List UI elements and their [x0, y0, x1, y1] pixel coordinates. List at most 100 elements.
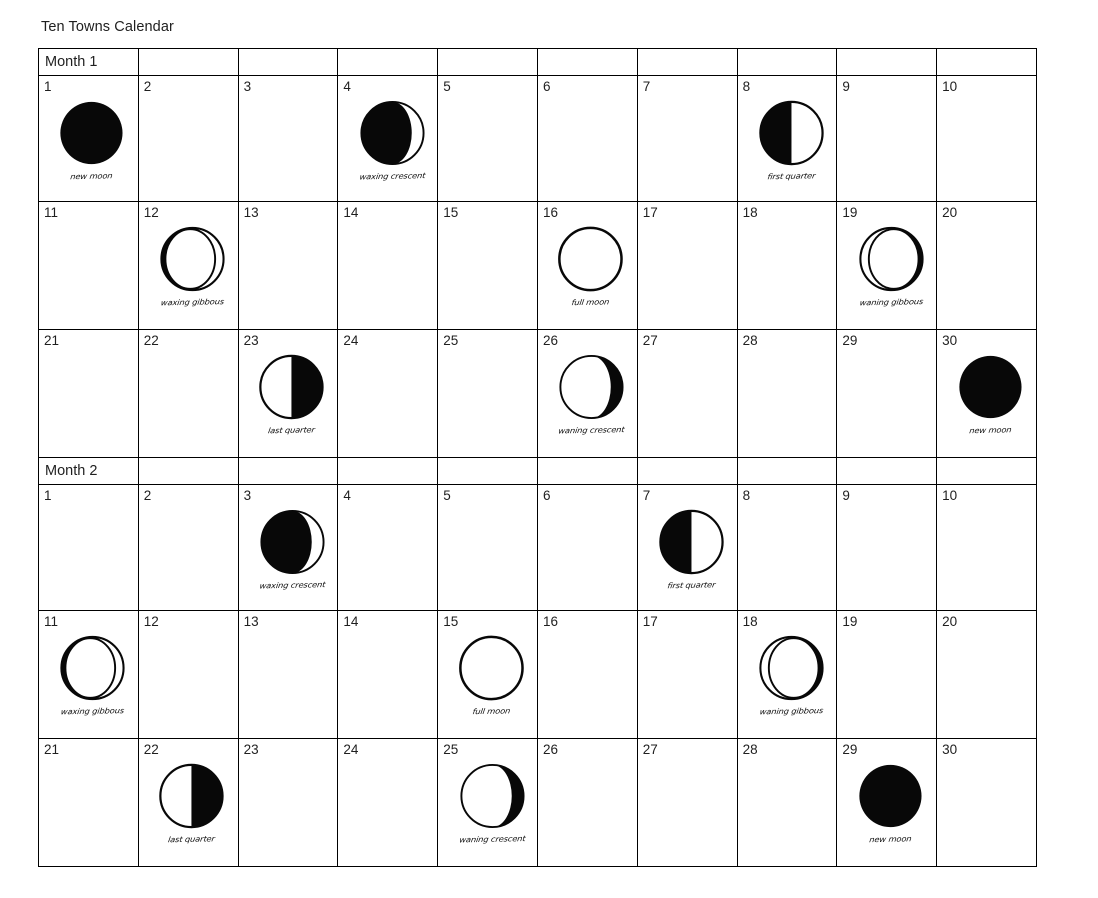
calendar-day-cell[interactable]: 24 — [337, 738, 439, 867]
month-header-filler-cell — [237, 457, 339, 485]
calendar-day-cell[interactable]: 28 — [736, 738, 838, 867]
day-number: 16 — [542, 614, 559, 629]
calendar-day-cell[interactable]: 10 — [936, 75, 1037, 202]
calendar-day-cell[interactable]: 17 — [636, 610, 738, 739]
calendar-day-cell[interactable]: 26 waning crescent — [536, 329, 638, 458]
calendar-day-cell[interactable]: 3 — [237, 75, 339, 202]
moon-phase-first-quarter — [759, 100, 824, 166]
day-number: 17 — [642, 614, 658, 629]
calendar-day-cell[interactable]: 8 first quarter — [736, 75, 838, 202]
calendar-day-cell[interactable]: 9 — [836, 75, 938, 202]
moon-phase-caption: waning crescent — [458, 833, 526, 845]
day-number: 22 — [143, 333, 159, 348]
day-number: 15 — [443, 205, 459, 220]
calendar-day-cell[interactable]: 13 — [237, 610, 339, 739]
calendar-day-cell[interactable]: 15 full moon — [437, 610, 538, 739]
calendar-day-cell[interactable]: 4 waxing crescent — [337, 75, 439, 202]
calendar-day-cell[interactable]: 5 — [437, 75, 538, 202]
day-number: 13 — [243, 614, 259, 629]
moon-phase-caption: last quarter — [167, 833, 216, 845]
month-header-filler-cell — [137, 457, 239, 485]
calendar-day-cell[interactable]: 5 — [437, 484, 538, 611]
calendar-day-cell[interactable]: 1 — [38, 484, 139, 611]
calendar-week-row: 11 waxing gibbous 12 13 14 15 full moon 16 17 18 w… — [38, 610, 1037, 739]
day-number: 5 — [443, 79, 451, 94]
month-header-filler-cell — [736, 457, 838, 485]
month-header-filler-cell — [437, 457, 538, 485]
moon-phase-marker: full moon — [548, 222, 634, 307]
calendar-day-cell[interactable]: 16 full moon — [536, 201, 638, 330]
day-number: 6 — [542, 79, 551, 94]
calendar-day-cell[interactable]: 2 — [137, 484, 239, 611]
calendar-day-cell[interactable]: 27 — [636, 329, 738, 458]
calendar-day-cell[interactable]: 13 — [237, 201, 339, 330]
moon-phase-marker: waxing gibbous — [137, 222, 249, 307]
day-number: 25 — [443, 333, 459, 348]
calendar-day-cell[interactable]: 23 last quarter — [237, 329, 339, 458]
calendar-day-cell[interactable]: 25 waning crescent — [437, 738, 538, 867]
day-number: 12 — [143, 205, 159, 220]
calendar-day-cell[interactable]: 3 waxing crescent — [237, 484, 339, 611]
day-number: 26 — [542, 742, 559, 757]
month-header-filler-cell — [636, 457, 738, 485]
calendar-day-cell[interactable]: 18 waning gibbous — [736, 610, 838, 739]
calendar-day-cell[interactable]: 20 — [936, 610, 1037, 739]
calendar-day-cell[interactable]: 29 new moon — [836, 738, 938, 867]
calendar-day-cell[interactable]: 22 last quarter — [137, 738, 239, 867]
calendar-day-cell[interactable]: 27 — [636, 738, 738, 867]
calendar-day-cell[interactable]: 10 — [936, 484, 1037, 611]
calendar-day-cell[interactable]: 15 — [437, 201, 538, 330]
moon-phase-waxing-gibbous — [160, 226, 225, 292]
calendar-day-cell[interactable]: 11 — [38, 201, 139, 330]
calendar-day-cell[interactable]: 6 — [536, 484, 638, 611]
calendar-day-cell[interactable]: 8 — [736, 484, 838, 611]
calendar-day-cell[interactable]: 2 — [137, 75, 239, 202]
day-number: 13 — [243, 205, 259, 220]
calendar-day-cell[interactable]: 7 first quarter — [636, 484, 738, 611]
calendar-day-cell[interactable]: 21 — [38, 329, 139, 458]
calendar-day-cell[interactable]: 26 — [536, 738, 638, 867]
moon-phase-marker: waxing gibbous — [37, 631, 149, 716]
moon-phase-caption: last quarter — [267, 424, 316, 436]
day-number: 3 — [243, 79, 252, 94]
moon-phase-caption: waxing crescent — [258, 579, 326, 591]
calendar-day-cell[interactable]: 12 waxing gibbous — [137, 201, 239, 330]
moon-phase-waning-gibbous — [859, 226, 924, 292]
calendar-day-cell[interactable]: 18 — [736, 201, 838, 330]
calendar-day-cell[interactable]: 19 waning gibbous — [836, 201, 938, 330]
moon-phase-full-moon — [558, 226, 624, 292]
calendar-day-cell[interactable]: 30 — [936, 738, 1037, 867]
calendar-day-cell[interactable]: 29 — [836, 329, 938, 458]
moon-phase-caption: new moon — [868, 833, 912, 845]
day-number: 27 — [642, 742, 658, 757]
calendar-day-cell[interactable]: 24 — [337, 329, 439, 458]
calendar-day-cell[interactable]: 6 — [536, 75, 638, 202]
month-header-cell: Month 1 — [38, 48, 139, 76]
moon-phase-waxing-crescent — [260, 509, 325, 575]
calendar-day-cell[interactable]: 14 — [337, 201, 439, 330]
day-number: 30 — [942, 742, 958, 757]
calendar-day-cell[interactable]: 7 — [636, 75, 738, 202]
calendar-day-cell[interactable]: 21 — [38, 738, 139, 867]
calendar-day-cell[interactable]: 1 new moon — [38, 75, 139, 202]
calendar-day-cell[interactable]: 20 — [936, 201, 1037, 330]
calendar-day-cell[interactable]: 25 — [437, 329, 538, 458]
calendar-day-cell[interactable]: 19 — [836, 610, 938, 739]
day-number: 1 — [44, 79, 52, 94]
calendar-day-cell[interactable]: 4 — [337, 484, 439, 611]
calendar-day-cell[interactable]: 16 — [536, 610, 638, 739]
calendar-day-cell[interactable]: 9 — [836, 484, 938, 611]
calendar-day-cell[interactable]: 11 waxing gibbous — [38, 610, 139, 739]
calendar-day-cell[interactable]: 30 new moon — [936, 329, 1037, 458]
calendar-day-cell[interactable]: 14 — [337, 610, 439, 739]
calendar-day-cell[interactable]: 23 — [237, 738, 339, 867]
calendar-day-cell[interactable]: 28 — [736, 329, 838, 458]
day-number: 16 — [542, 205, 559, 220]
moon-phase-caption: waxing gibbous — [160, 296, 225, 308]
calendar-day-cell[interactable]: 17 — [636, 201, 738, 330]
day-number: 10 — [942, 79, 958, 94]
calendar-day-cell[interactable]: 22 — [137, 329, 239, 458]
moon-phase-caption: waning gibbous — [858, 296, 924, 308]
day-number: 2 — [143, 488, 152, 503]
calendar-day-cell[interactable]: 12 — [137, 610, 239, 739]
